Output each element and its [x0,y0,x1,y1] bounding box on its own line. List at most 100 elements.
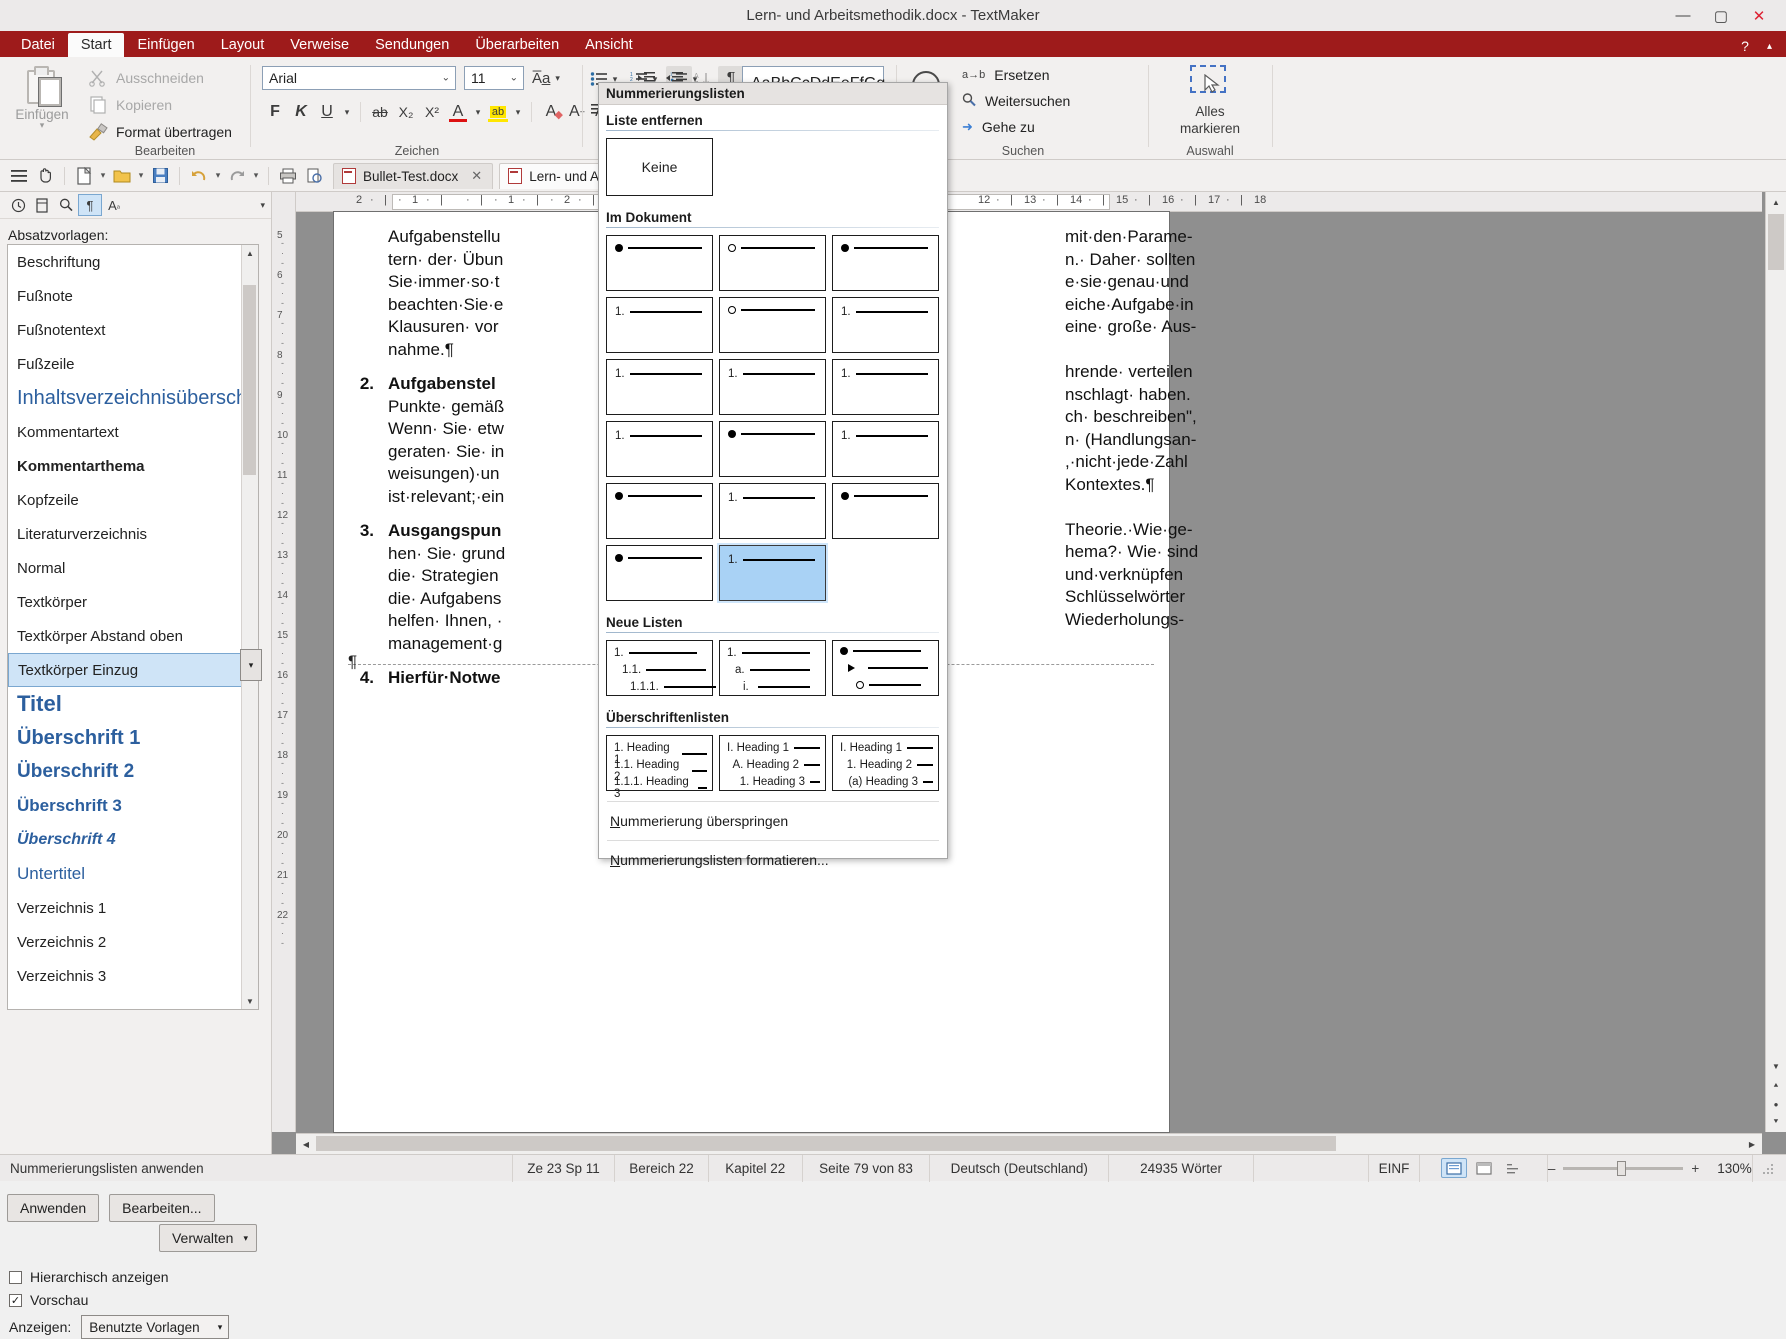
chevron-down-icon[interactable]: ▾ [250,164,262,188]
clock-icon[interactable] [6,194,30,216]
hand-icon[interactable] [32,164,58,188]
apply-button[interactable]: Anwenden [7,1194,100,1222]
list-style-tile[interactable]: 1. [832,359,939,415]
scroll-down-icon[interactable]: ▼ [242,993,258,1009]
tab-datei[interactable]: Datei [8,33,68,57]
hierarchy-checkbox[interactable]: Hierarchisch anzeigen [9,1269,169,1285]
vertical-ruler[interactable]: 5- · -6- · -7- · -8- · -9- · -10- · -11- · -12- · -13- · -… [272,192,296,1132]
browse-object-icon[interactable]: ● [1768,1096,1784,1112]
list-style-tile[interactable]: 1. [606,359,713,415]
italic-button[interactable]: K [288,99,314,125]
print-layout-view-icon[interactable] [1440,1158,1467,1178]
tab-start[interactable]: Start [67,33,125,57]
font-name-combobox[interactable]: Arial ⌄ [262,66,456,90]
replace-button[interactable]: a→b Ersetzen [962,64,1050,86]
object-icon[interactable] [30,194,54,216]
scroll-thumb[interactable] [1768,214,1784,270]
scroll-left-icon[interactable]: ◀ [298,1136,314,1152]
help-icon[interactable]: ? [1741,38,1749,54]
styles-list[interactable]: Beschriftung Fußnote Fußnotentext Fußzeile I… [7,244,259,1010]
superscript-button[interactable]: X² [419,99,445,125]
cut-button[interactable]: Ausschneiden [88,66,204,90]
chevron-down-icon[interactable]: ▾ [555,73,560,84]
print-preview-icon[interactable] [301,164,327,188]
scroll-up-icon[interactable]: ▲ [242,245,258,261]
sidebar-style-item[interactable]: Fußnote [8,279,244,313]
paste-button[interactable]: Einfügen ▾ [10,63,74,141]
status-language[interactable]: Deutsch (Deutschland) [929,1154,1108,1182]
zoom-slider-knob[interactable] [1617,1160,1627,1176]
show-select[interactable]: Benutzte Vorlagen ▾ [81,1315,230,1339]
sidebar-style-item[interactable]: Fußnotentext [8,313,244,347]
menu-format-numbering-lists[interactable]: Nummerierungslisten formatieren... [606,845,940,875]
style-dropdown-button[interactable]: ▾ [240,649,262,681]
font-size-combobox[interactable]: 11 ⌄ [464,66,524,90]
character-styles-icon[interactable]: Aₐ [102,194,126,216]
chevron-down-icon[interactable]: ▾ [40,121,45,130]
zoom-out-button[interactable]: – [1548,1161,1556,1176]
paragraph-styles-icon[interactable]: ¶ [78,194,102,216]
sidebar-style-item[interactable]: Überschrift 3 [8,789,244,823]
web-layout-view-icon[interactable] [1471,1158,1497,1178]
chevron-down-icon[interactable]: ⌄ [442,73,450,84]
list-style-tile[interactable]: 1. [832,421,939,477]
heading-list-tile[interactable]: 1. Heading 1 1.1. Heading 2 1.1.1. Heading… [606,735,713,800]
highlight-button[interactable]: ab [485,99,511,125]
tab-layout[interactable]: Layout [208,33,278,57]
chevron-down-icon[interactable]: ▾ [340,99,354,125]
select-all-button[interactable]: Alles markieren [1162,65,1258,137]
list-style-tile[interactable] [832,235,939,291]
tab-verweise[interactable]: Verweise [277,33,362,57]
new-list-tile[interactable]: 1. 1.1. 1.1.1. [606,640,716,696]
list-style-tile[interactable]: 1. [717,543,828,603]
list-style-tile[interactable]: 1. [719,359,826,415]
redo-icon[interactable] [224,164,250,188]
new-list-tile[interactable] [832,640,939,696]
sidebar-style-item[interactable]: Inhaltsverzeichnisüberschl [8,381,244,415]
font-color-button[interactable]: A [445,99,471,125]
goto-button[interactable]: ➜ Gehe zu [962,116,1035,138]
status-insert-mode[interactable]: EINF [1367,1154,1419,1182]
chevron-down-icon[interactable]: ▾ [511,99,525,125]
list-style-tile[interactable]: 1. [606,297,713,353]
previous-page-icon[interactable]: ⯅ [1768,1078,1784,1094]
list-style-tile[interactable] [606,545,713,601]
scroll-right-icon[interactable]: ▶ [1744,1136,1760,1152]
subscript-button[interactable]: X₂ [393,99,419,125]
tab-ansicht[interactable]: Ansicht [572,33,646,57]
chevron-down-icon[interactable]: ▾ [97,164,109,188]
tab-einfuegen[interactable]: Einfügen [124,33,207,57]
list-tile-none[interactable]: Keine [606,138,713,196]
zoom-slider-track[interactable] [1563,1160,1684,1176]
menu-icon[interactable] [6,164,32,188]
edit-button[interactable]: Bearbeiten... [109,1194,215,1222]
list-style-tile[interactable] [606,483,713,539]
next-page-icon[interactable]: ⯆ [1768,1114,1784,1130]
format-painter-button[interactable]: Format übertragen [88,120,232,144]
sidebar-style-item[interactable]: Titel [8,687,244,721]
list-style-tile[interactable] [832,483,939,539]
close-icon[interactable]: ✕ [471,168,482,184]
document-tab-bullet-test[interactable]: Bullet-Test.docx ✕ [333,162,494,189]
tab-sendungen[interactable]: Sendungen [362,33,462,57]
copy-button[interactable]: Kopieren [88,93,172,117]
preview-checkbox[interactable]: ✓ Vorschau [9,1292,88,1308]
chevron-down-icon[interactable]: ▾ [471,99,485,125]
new-list-tile[interactable]: 1. a. i. [719,640,826,696]
ribbon-collapse-icon[interactable]: ▴ [1767,41,1772,52]
new-document-icon[interactable] [71,164,97,188]
sidebar-style-item[interactable]: Kopfzeile [8,483,244,517]
save-icon[interactable] [147,164,173,188]
close-icon[interactable]: ✕ [1748,5,1770,27]
status-resize-grip[interactable] [1751,1154,1786,1182]
list-style-tile[interactable] [719,235,826,291]
sidebar-style-item[interactable]: Verzeichnis 1 [8,891,244,925]
find-next-button[interactable]: Weitersuchen [962,90,1070,112]
chevron-down-icon[interactable]: ▾ [260,200,265,211]
change-case-button[interactable]: A̅a̲ ▾ [532,66,560,90]
sidebar-style-item[interactable]: Kommentartext [8,415,244,449]
chevron-down-icon[interactable]: ▾ [212,164,224,188]
sidebar-style-item[interactable]: Überschrift 4 [8,823,244,857]
horizontal-ruler[interactable]: 2·|·1·|·|·1·|·2·|·3·|·4·|12·|13·|14·|15·… [296,192,1762,212]
scroll-down-icon[interactable]: ▼ [1768,1058,1784,1074]
